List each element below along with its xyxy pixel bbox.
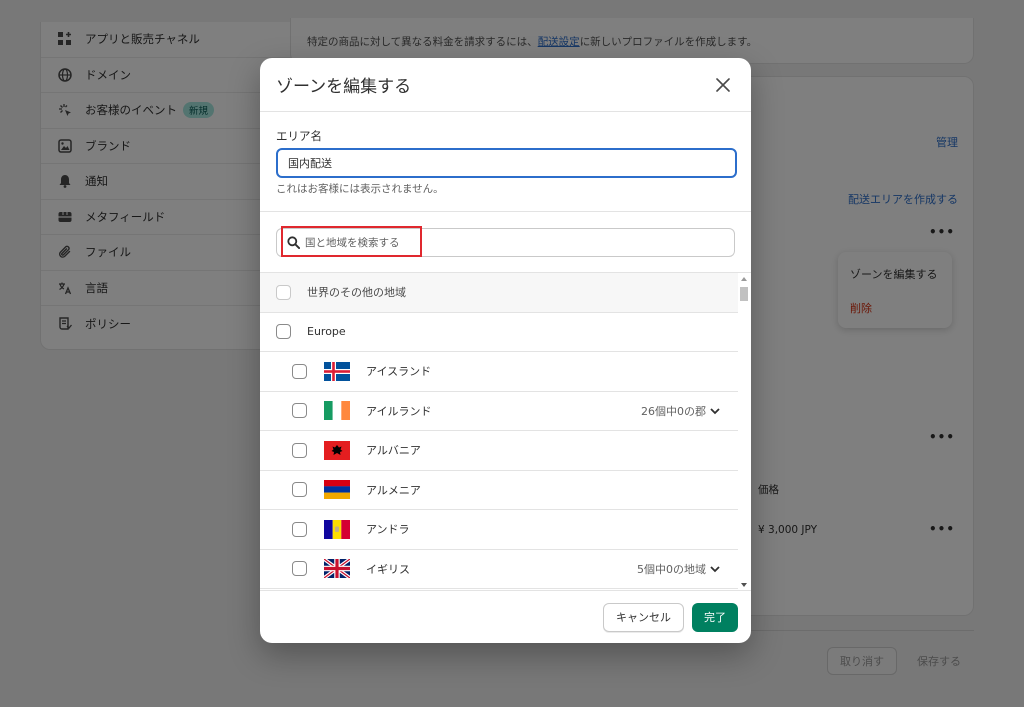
scroll-down-icon[interactable]: [740, 581, 748, 589]
region-count-toggle[interactable]: 26個中0の郡: [641, 403, 720, 419]
modal-title: ゾーンを編集する: [276, 77, 412, 97]
area-name-field[interactable]: [276, 148, 737, 178]
europe-group-row[interactable]: Europe: [260, 313, 738, 352]
search-section: [260, 212, 751, 272]
andorra-flag-icon: [324, 519, 350, 539]
region-count-toggle[interactable]: 5個中0の地域: [637, 561, 720, 577]
scroll-up-icon[interactable]: [740, 275, 748, 283]
country-checkbox[interactable]: [292, 482, 307, 498]
country-checkbox[interactable]: [292, 442, 307, 458]
country-name: アルバニア: [366, 444, 421, 458]
done-button[interactable]: 完了: [692, 602, 738, 632]
list-scrollbar[interactable]: [739, 273, 749, 590]
chevron-down-icon: [710, 408, 720, 415]
country-name: アイスランド: [366, 365, 432, 379]
country-name: アンドラ: [366, 523, 410, 537]
cancel-button[interactable]: キャンセル: [603, 602, 684, 632]
country-row[interactable]: イギリス 5個中0の地域: [260, 550, 738, 589]
search-icon: [287, 236, 300, 249]
country-row[interactable]: アルメニア: [260, 471, 738, 510]
area-name-help: これはお客様には表示されません。: [276, 183, 444, 195]
country-row[interactable]: アルバニア: [260, 431, 738, 471]
region-count-text: 5個中0の地域: [637, 562, 706, 576]
search-input[interactable]: [305, 236, 435, 249]
rest-of-world-label: 世界のその他の地域: [307, 286, 406, 300]
country-checkbox[interactable]: [292, 561, 307, 577]
modal-header: ゾーンを編集する: [260, 58, 751, 112]
rest-of-world-checkbox[interactable]: [276, 284, 291, 300]
rest-of-world-row[interactable]: 世界のその他の地域: [260, 273, 738, 313]
armenia-flag-icon: [324, 480, 350, 500]
country-checkbox[interactable]: [292, 521, 307, 537]
country-checkbox[interactable]: [292, 363, 307, 379]
uk-flag-icon: [324, 559, 350, 579]
country-name: イギリス: [366, 562, 410, 576]
edit-zone-modal: ゾーンを編集する エリア名 これはお客様には表示されません。 世界のその他の地域…: [260, 58, 751, 643]
scroll-thumb[interactable]: [740, 287, 748, 301]
close-icon: [716, 77, 730, 92]
country-name: アルメニア: [366, 483, 421, 497]
area-name-section: エリア名 これはお客様には表示されません。: [260, 112, 751, 212]
country-name: アイルランド: [366, 404, 432, 418]
iceland-flag-icon: [324, 361, 350, 381]
area-name-label: エリア名: [276, 129, 322, 143]
country-row[interactable]: アンドラ: [260, 510, 738, 550]
modal-footer: キャンセル 完了: [260, 590, 751, 643]
search-box[interactable]: [276, 228, 735, 257]
europe-label: Europe: [307, 325, 346, 339]
country-list[interactable]: 世界のその他の地域 Europe アイスランド アイルランド 26個中0の郡 ア: [260, 272, 751, 590]
europe-checkbox[interactable]: [276, 324, 291, 340]
country-row[interactable]: アイルランド 26個中0の郡: [260, 392, 738, 431]
ireland-flag-icon: [324, 401, 350, 421]
country-row[interactable]: アイスランド: [260, 352, 738, 392]
albania-flag-icon: [324, 440, 350, 460]
chevron-down-icon: [710, 566, 720, 573]
region-count-text: 26個中0の郡: [641, 404, 706, 418]
close-button[interactable]: [711, 73, 735, 97]
country-checkbox[interactable]: [292, 403, 307, 419]
